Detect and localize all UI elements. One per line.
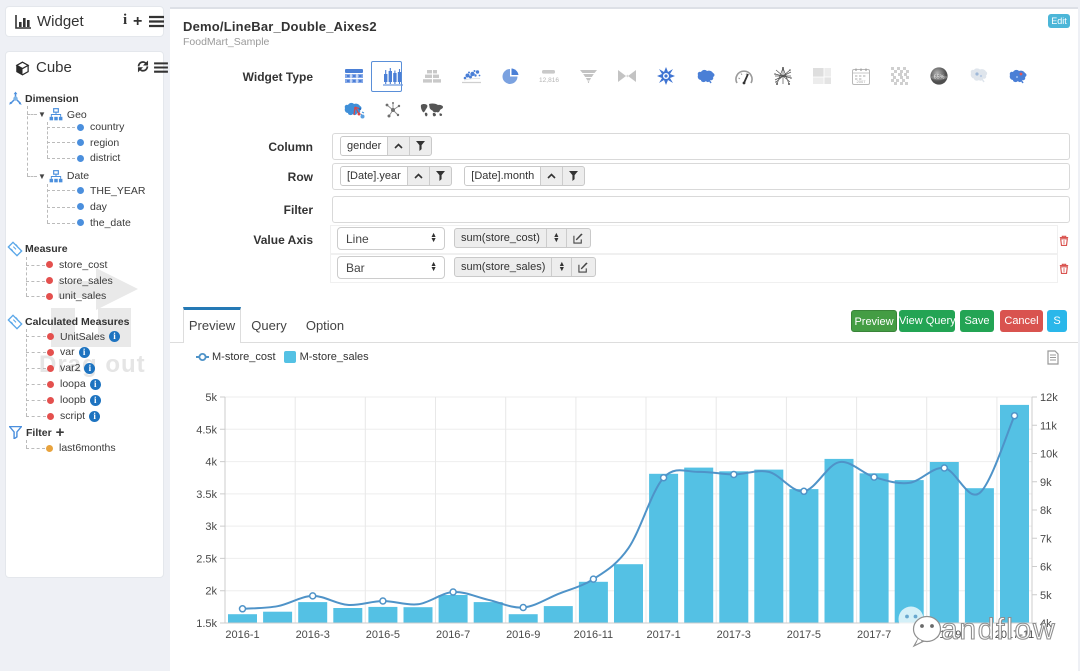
svg-text:2016-1: 2016-1: [225, 629, 259, 641]
svg-text:2017-3: 2017-3: [717, 629, 751, 641]
svg-text:4.5k: 4.5k: [196, 424, 217, 436]
svg-text:12,816: 12,816: [539, 77, 559, 84]
svg-text:10k: 10k: [1040, 449, 1058, 461]
svg-text:65%: 65%: [934, 74, 945, 80]
svg-text:2017-5: 2017-5: [787, 629, 821, 641]
svg-text:12k: 12k: [1040, 392, 1058, 404]
svg-text:9k: 9k: [1040, 477, 1052, 489]
svg-text:2016-3: 2016-3: [296, 629, 330, 641]
svg-text:3.5k: 3.5k: [196, 489, 217, 501]
svg-text:5k: 5k: [205, 392, 217, 404]
svg-text:8k: 8k: [1040, 505, 1052, 517]
svg-text:2016-9: 2016-9: [506, 629, 540, 641]
svg-text:2.5k: 2.5k: [196, 553, 217, 565]
svg-text:5k: 5k: [1040, 590, 1052, 602]
svg-text:2k: 2k: [205, 586, 217, 598]
svg-text:7k: 7k: [1040, 533, 1052, 545]
svg-text:2016-11: 2016-11: [574, 629, 614, 641]
svg-text:4k: 4k: [205, 457, 217, 469]
svg-text:2016-7: 2016-7: [436, 629, 470, 641]
svg-text:2017-7: 2017-7: [857, 629, 891, 641]
svg-text:1.5k: 1.5k: [196, 618, 217, 630]
svg-text:6k: 6k: [1040, 562, 1052, 574]
svg-text:andflow: andflow: [941, 613, 1056, 646]
svg-text:2016-5: 2016-5: [366, 629, 400, 641]
svg-text:3k: 3k: [205, 521, 217, 533]
svg-text:2007: 2007: [857, 79, 867, 84]
svg-text:11k: 11k: [1040, 420, 1057, 432]
svg-text:2017-1: 2017-1: [646, 629, 680, 641]
